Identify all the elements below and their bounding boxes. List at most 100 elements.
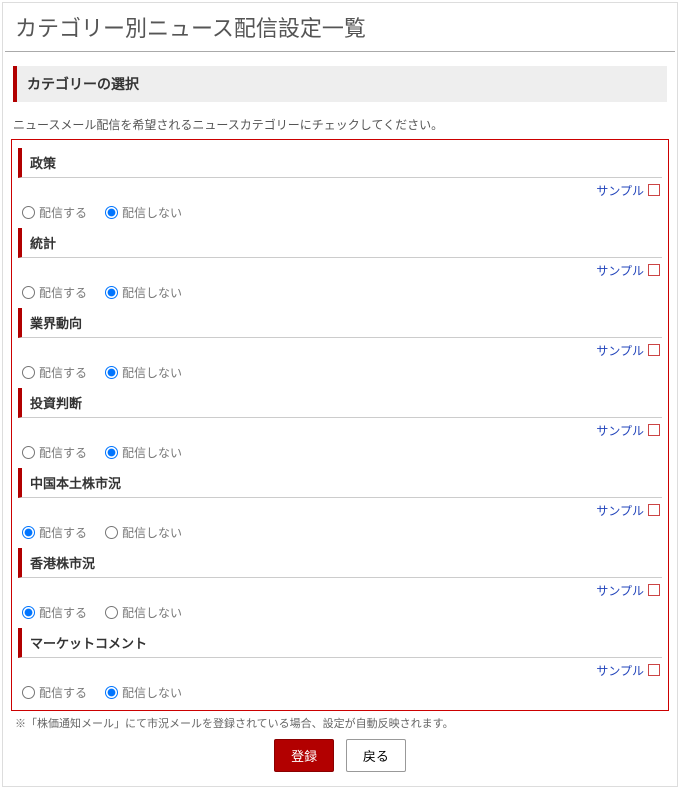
category-title: 投資判断 [18,388,662,418]
no-deliver-label: 配信しない [122,204,182,221]
radio-row: 配信する 配信しない [22,284,658,301]
popup-icon [648,266,658,276]
deliver-option[interactable]: 配信する [22,604,87,621]
no-deliver-option[interactable]: 配信しない [105,524,182,541]
deliver-label: 配信する [39,364,87,381]
page-container: カテゴリー別ニュース配信設定一覧 カテゴリーの選択 ニュースメール配信を希望され… [2,2,678,787]
deliver-radio[interactable] [22,286,35,299]
category-title: 香港株市況 [18,548,662,578]
sample-link[interactable]: サンプル [596,582,658,599]
deliver-label: 配信する [39,604,87,621]
submit-button[interactable]: 登録 [274,739,334,772]
no-deliver-radio[interactable] [105,206,118,219]
radio-row: 配信する 配信しない [22,524,658,541]
category-industry: 業界動向サンプル配信する 配信しない [18,308,662,382]
radio-row: 配信する 配信しない [22,444,658,461]
sample-label: サンプル [596,502,644,519]
deliver-option[interactable]: 配信する [22,444,87,461]
category-body: サンプル配信する 配信しない [18,658,662,702]
sample-label: サンプル [596,262,644,279]
category-judgment: 投資判断サンプル配信する 配信しない [18,388,662,462]
button-row: 登録 戻る [5,739,675,772]
deliver-radio[interactable] [22,686,35,699]
deliver-radio[interactable] [22,446,35,459]
page-title: カテゴリー別ニュース配信設定一覧 [5,5,675,52]
no-deliver-option[interactable]: 配信しない [105,284,182,301]
no-deliver-option[interactable]: 配信しない [105,684,182,701]
sample-link[interactable]: サンプル [596,422,658,439]
category-body: サンプル配信する 配信しない [18,578,662,622]
deliver-option[interactable]: 配信する [22,204,87,221]
popup-icon [648,426,658,436]
no-deliver-label: 配信しない [122,684,182,701]
no-deliver-radio[interactable] [105,686,118,699]
category-china: 中国本土株市況サンプル配信する 配信しない [18,468,662,542]
no-deliver-label: 配信しない [122,444,182,461]
sample-label: サンプル [596,662,644,679]
sample-link[interactable]: サンプル [596,262,658,279]
category-policy: 政策サンプル配信する 配信しない [18,148,662,222]
deliver-option[interactable]: 配信する [22,364,87,381]
category-title: マーケットコメント [18,628,662,658]
no-deliver-label: 配信しない [122,364,182,381]
category-list: 政策サンプル配信する配信しない統計サンプル配信する配信しない業界動向サンプル配信… [11,139,669,711]
no-deliver-radio[interactable] [105,366,118,379]
category-title: 中国本土株市況 [18,468,662,498]
no-deliver-option[interactable]: 配信しない [105,444,182,461]
no-deliver-option[interactable]: 配信しない [105,364,182,381]
radio-row: 配信する 配信しない [22,204,658,221]
deliver-option[interactable]: 配信する [22,524,87,541]
deliver-radio[interactable] [22,526,35,539]
deliver-label: 配信する [39,204,87,221]
deliver-radio[interactable] [22,206,35,219]
no-deliver-label: 配信しない [122,604,182,621]
sample-link[interactable]: サンプル [596,502,658,519]
no-deliver-option[interactable]: 配信しない [105,204,182,221]
category-body: サンプル配信する 配信しない [18,418,662,462]
category-section: カテゴリーの選択 [13,66,667,102]
popup-icon [648,666,658,676]
no-deliver-label: 配信しない [122,284,182,301]
instruction-text: ニュースメール配信を希望されるニュースカテゴリーにチェックしてください。 [13,116,667,133]
category-title: 業界動向 [18,308,662,338]
no-deliver-radio[interactable] [105,286,118,299]
category-title: 統計 [18,228,662,258]
radio-row: 配信する 配信しない [22,604,658,621]
sample-label: サンプル [596,342,644,359]
no-deliver-option[interactable]: 配信しない [105,604,182,621]
sample-label: サンプル [596,422,644,439]
category-hk: 香港株市況サンプル配信する 配信しない [18,548,662,622]
no-deliver-radio[interactable] [105,446,118,459]
popup-icon [648,186,658,196]
deliver-label: 配信する [39,524,87,541]
sample-link[interactable]: サンプル [596,342,658,359]
back-button[interactable]: 戻る [346,739,406,772]
radio-row: 配信する 配信しない [22,364,658,381]
deliver-label: 配信する [39,444,87,461]
deliver-radio[interactable] [22,606,35,619]
deliver-option[interactable]: 配信する [22,684,87,701]
footnote: ※「株価通知メール」にて市況メールを登録されている場合、設定が自動反映されます。 [15,715,665,731]
no-deliver-radio[interactable] [105,526,118,539]
deliver-label: 配信する [39,684,87,701]
popup-icon [648,586,658,596]
popup-icon [648,346,658,356]
category-body: サンプル配信する 配信しない [18,178,662,222]
sample-link[interactable]: サンプル [596,662,658,679]
deliver-radio[interactable] [22,366,35,379]
category-body: サンプル配信する 配信しない [18,498,662,542]
deliver-option[interactable]: 配信する [22,284,87,301]
category-market: マーケットコメントサンプル配信する 配信しない [18,628,662,702]
radio-row: 配信する 配信しない [22,684,658,701]
section-heading: カテゴリーの選択 [13,66,667,102]
no-deliver-radio[interactable] [105,606,118,619]
sample-link[interactable]: サンプル [596,182,658,199]
deliver-label: 配信する [39,284,87,301]
sample-label: サンプル [596,582,644,599]
sample-label: サンプル [596,182,644,199]
category-statistics: 統計サンプル配信する 配信しない [18,228,662,302]
popup-icon [648,506,658,516]
category-body: サンプル配信する 配信しない [18,338,662,382]
category-title: 政策 [18,148,662,178]
no-deliver-label: 配信しない [122,524,182,541]
